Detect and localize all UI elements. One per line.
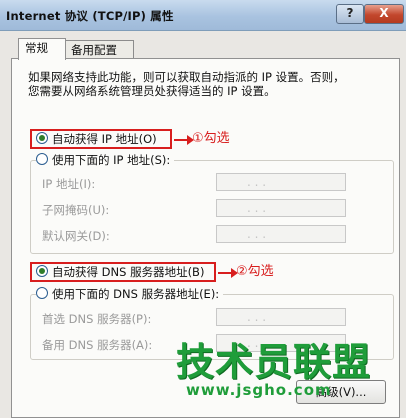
description-line-1: 如果网络支持此功能，则可以获取自动指派的 IP 设置。否则， (28, 70, 345, 84)
tab-alternate-config[interactable]: 备用配置 (64, 40, 134, 59)
arrow-step2-icon (218, 268, 238, 278)
preferred-dns-field[interactable]: . . . (216, 308, 346, 326)
dns-manual-radio[interactable]: 使用下面的 DNS 服务器地址(E): (36, 286, 224, 302)
ip-manual-radio[interactable]: 使用下面的 IP 地址(S): (36, 152, 175, 168)
subnet-mask-dots: . . . (247, 201, 267, 215)
radio-unchecked-icon (36, 287, 48, 299)
watermark-logo: 技术员联盟 (176, 340, 372, 384)
dns-manual-label: 使用下面的 DNS 服务器地址(E): (52, 287, 220, 301)
tab-general[interactable]: 常规 (18, 38, 66, 60)
radio-unchecked-icon (36, 153, 48, 165)
ip-address-field[interactable]: . . . (216, 173, 346, 191)
annotation-step2: ②勾选 (236, 264, 274, 279)
close-button[interactable]: X (364, 4, 404, 24)
window-title: Internet 协议 (TCP/IP) 属性 (6, 9, 174, 23)
gateway-label: 默认网关(D): (42, 229, 110, 243)
ip-address-label: IP 地址(I): (42, 177, 96, 191)
preferred-dns-label: 首选 DNS 服务器(P): (42, 312, 152, 326)
arrow-step1-icon (174, 135, 194, 145)
description: 如果网络支持此功能，则可以获取自动指派的 IP 设置。否则， 您需要从网络系统管… (28, 70, 388, 98)
ip-auto-radio[interactable]: 自动获得 IP 地址(O) (36, 131, 157, 147)
ip-auto-label: 自动获得 IP 地址(O) (52, 132, 157, 146)
help-button[interactable]: ? (336, 4, 364, 24)
subnet-mask-field[interactable]: . . . (216, 199, 346, 217)
title-bar: Internet 协议 (TCP/IP) 属性 ? X (0, 0, 406, 31)
ip-address-dots: . . . (247, 175, 267, 189)
description-line-2: 您需要从网络系统管理员处获得适当的 IP 设置。 (28, 84, 276, 98)
dns-auto-label: 自动获得 DNS 服务器地址(B) (52, 265, 205, 279)
watermark-url: www.jsgho.com (186, 381, 332, 399)
preferred-dns-dots: . . . (247, 310, 267, 324)
gateway-dots: . . . (247, 227, 267, 241)
radio-checked-icon (36, 265, 48, 277)
subnet-mask-label: 子网掩码(U): (42, 203, 110, 217)
gateway-field[interactable]: . . . (216, 225, 346, 243)
alternate-dns-label: 备用 DNS 服务器(A): (42, 338, 153, 352)
annotation-step1: ①勾选 (192, 131, 230, 146)
ip-manual-label: 使用下面的 IP 地址(S): (52, 153, 171, 167)
dns-auto-radio[interactable]: 自动获得 DNS 服务器地址(B) (36, 264, 204, 280)
radio-checked-icon (36, 132, 48, 144)
